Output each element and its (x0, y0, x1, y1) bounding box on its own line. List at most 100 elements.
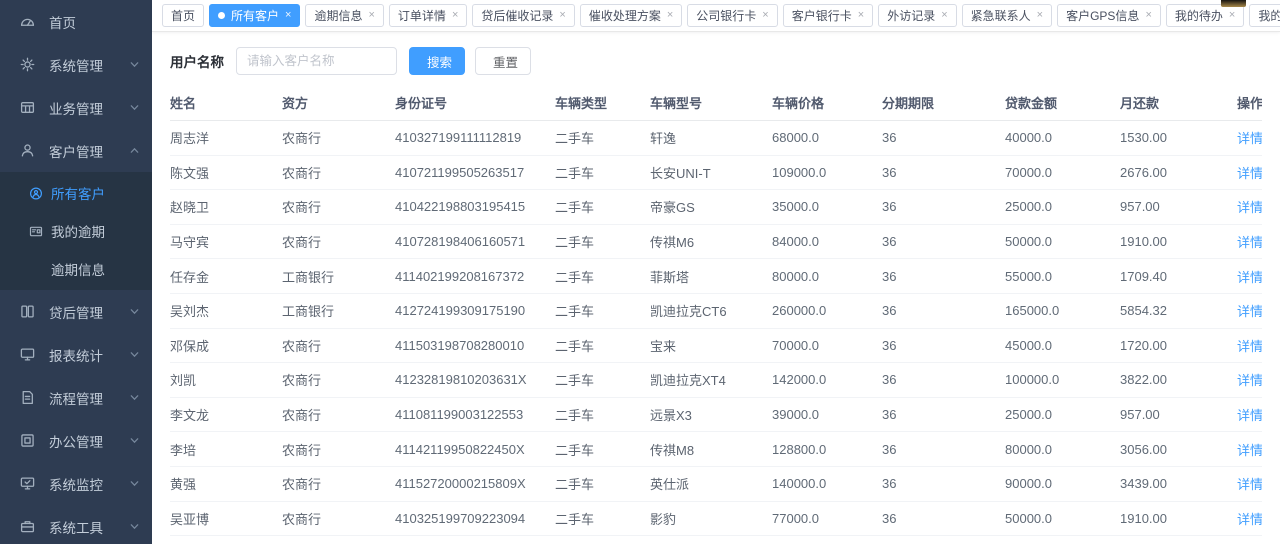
detail-link[interactable]: 详情 (1237, 131, 1262, 146)
table-row: 任存金工商银行411402199208167372二手车菲斯塔80000.036… (170, 259, 1262, 294)
detail-link[interactable]: 详情 (1237, 408, 1262, 423)
detail-link[interactable]: 详情 (1237, 235, 1262, 250)
sidebar-item-all-customers[interactable]: 所有客户 (0, 174, 152, 212)
tab-label: 订单详情 (398, 7, 446, 24)
cell-name: 周志洋 (170, 128, 282, 147)
cell-term: 36 (882, 442, 1005, 457)
cell-term: 36 (882, 130, 1005, 145)
cell-name: 吴刘杰 (170, 301, 282, 320)
row-actions: 详情 (1237, 440, 1262, 459)
sidebar-item-label: 贷后管理 (49, 302, 103, 322)
row-actions: 详情 (1237, 509, 1262, 528)
detail-link[interactable]: 详情 (1237, 304, 1262, 319)
corner-decoration (1221, 0, 1246, 7)
detail-link[interactable]: 详情 (1237, 339, 1262, 354)
table-row: 赵晓卫农商行410422198803195415二手车帝豪GS35000.036… (170, 190, 1262, 225)
close-icon[interactable]: × (762, 10, 768, 21)
close-icon[interactable]: × (559, 10, 565, 21)
cell-monthly: 5854.32 (1120, 303, 1237, 318)
table-row: 刘凯农商行41232819810203631X二手车凯迪拉克XT4142000.… (170, 363, 1262, 398)
detail-link[interactable]: 详情 (1237, 270, 1262, 285)
close-icon[interactable]: × (1229, 10, 1235, 21)
table-row: 陈文强农商行410721199505263517二手车长安UNI-T109000… (170, 156, 1262, 191)
row-actions: 详情 (1237, 405, 1262, 424)
close-icon[interactable]: × (285, 10, 291, 21)
tab-collection-plan[interactable]: 催收处理方案× (580, 4, 682, 27)
cell-funder: 农商行 (282, 163, 395, 182)
sidebar-item-customer-mgmt[interactable]: 客户管理 (0, 129, 152, 172)
tab-company-bankcard[interactable]: 公司银行卡× (687, 4, 777, 27)
cell-vehicle_model: 传祺M6 (650, 232, 772, 251)
tab-customer-bankcard[interactable]: 客户银行卡× (783, 4, 873, 27)
detail-link[interactable]: 详情 (1237, 512, 1262, 527)
cell-funder: 农商行 (282, 336, 395, 355)
tab-visit-record[interactable]: 外访记录× (878, 4, 956, 27)
cell-monthly: 1910.00 (1120, 511, 1237, 526)
sidebar-item-report-stats[interactable]: 报表统计 (0, 333, 152, 376)
cell-vehicle_type: 二手车 (555, 197, 650, 216)
cell-name: 赵晓卫 (170, 197, 282, 216)
main-area: 首页所有客户×逾期信息×订单详情×贷后催收记录×催收处理方案×公司银行卡×客户银… (152, 0, 1280, 544)
cell-id_no: 411402199208167372 (395, 269, 555, 284)
cell-funder: 农商行 (282, 474, 395, 493)
tab-label: 逾期信息 (314, 7, 362, 24)
column-header: 姓名 (170, 93, 282, 112)
sidebar-item-business-mgmt[interactable]: 业务管理 (0, 86, 152, 129)
tab-customer-gps[interactable]: 客户GPS信息× (1057, 4, 1161, 27)
sidebar-item-label: 系统工具 (49, 517, 103, 537)
tab-label: 贷后催收记录 (481, 7, 553, 24)
detail-link[interactable]: 详情 (1237, 477, 1262, 492)
cell-vehicle_price: 39000.0 (772, 407, 882, 422)
close-icon[interactable]: × (941, 10, 947, 21)
customers-icon (29, 186, 43, 200)
grid-icon (20, 100, 36, 116)
sidebar-item-system-tools[interactable]: 系统工具 (0, 505, 152, 544)
sidebar-item-postloan-mgmt[interactable]: 贷后管理 (0, 290, 152, 333)
tab-all-customers[interactable]: 所有客户× (209, 4, 300, 27)
sidebar-item-my-overdue[interactable]: 我的逾期 (0, 212, 152, 250)
close-icon[interactable]: × (452, 10, 458, 21)
tab-emergency-contact[interactable]: 紧急联系人× (962, 4, 1052, 27)
sidebar: 首页系统管理业务管理客户管理所有客户我的逾期逾期信息贷后管理报表统计流程管理办公… (0, 0, 152, 544)
cell-monthly: 3439.00 (1120, 476, 1237, 491)
column-header: 资方 (282, 93, 395, 112)
column-header: 身份证号 (395, 93, 555, 112)
dashboard-icon (20, 14, 36, 30)
sidebar-item-label: 我的逾期 (51, 221, 105, 241)
search-input[interactable] (236, 47, 397, 75)
sidebar-item-system-monitor[interactable]: 系统监控 (0, 462, 152, 505)
sidebar-item-office-mgmt[interactable]: 办公管理 (0, 419, 152, 462)
tab-order-detail[interactable]: 订单详情 × (389, 4, 467, 27)
cell-monthly: 1720.00 (1120, 338, 1237, 353)
sidebar-item-home[interactable]: 首页 (0, 0, 152, 43)
tab-home[interactable]: 首页 (162, 4, 204, 27)
detail-link[interactable]: 详情 (1237, 443, 1262, 458)
cell-name: 黄强 (170, 474, 282, 493)
column-header: 月还款 (1120, 93, 1237, 112)
tab-overdue-info[interactable]: 逾期信息 × (305, 4, 383, 27)
cell-id_no: 411081199003122553 (395, 407, 555, 422)
tab-collection-record[interactable]: 贷后催收记录 × (472, 4, 574, 27)
sidebar-item-process-mgmt[interactable]: 流程管理 (0, 376, 152, 419)
close-icon[interactable]: × (1037, 10, 1043, 21)
tab-my-todo[interactable]: 我的待办× (1166, 4, 1244, 27)
close-icon[interactable]: × (368, 10, 374, 21)
close-icon[interactable]: × (667, 10, 673, 21)
sidebar-item-system-mgmt[interactable]: 系统管理 (0, 43, 152, 86)
cell-vehicle_price: 140000.0 (772, 476, 882, 491)
cell-loan_amount: 165000.0 (1005, 303, 1120, 318)
chevron-down-icon (129, 478, 140, 489)
search-button[interactable]: 搜索 (409, 47, 465, 75)
sidebar-item-overdue-info[interactable]: 逾期信息 (0, 250, 152, 288)
reset-button[interactable]: 重置 (475, 47, 531, 75)
cell-id_no: 410422198803195415 (395, 199, 555, 214)
detail-link[interactable]: 详情 (1237, 166, 1262, 181)
close-icon[interactable]: × (1145, 10, 1151, 21)
cell-name: 李文龙 (170, 405, 282, 424)
detail-link[interactable]: 详情 (1237, 373, 1262, 388)
cell-vehicle_model: 帝豪GS (650, 197, 772, 216)
cell-id_no: 410721199505263517 (395, 165, 555, 180)
tab-my-process[interactable]: 我的流程× (1249, 4, 1280, 27)
detail-link[interactable]: 详情 (1237, 200, 1262, 215)
close-icon[interactable]: × (858, 10, 864, 21)
